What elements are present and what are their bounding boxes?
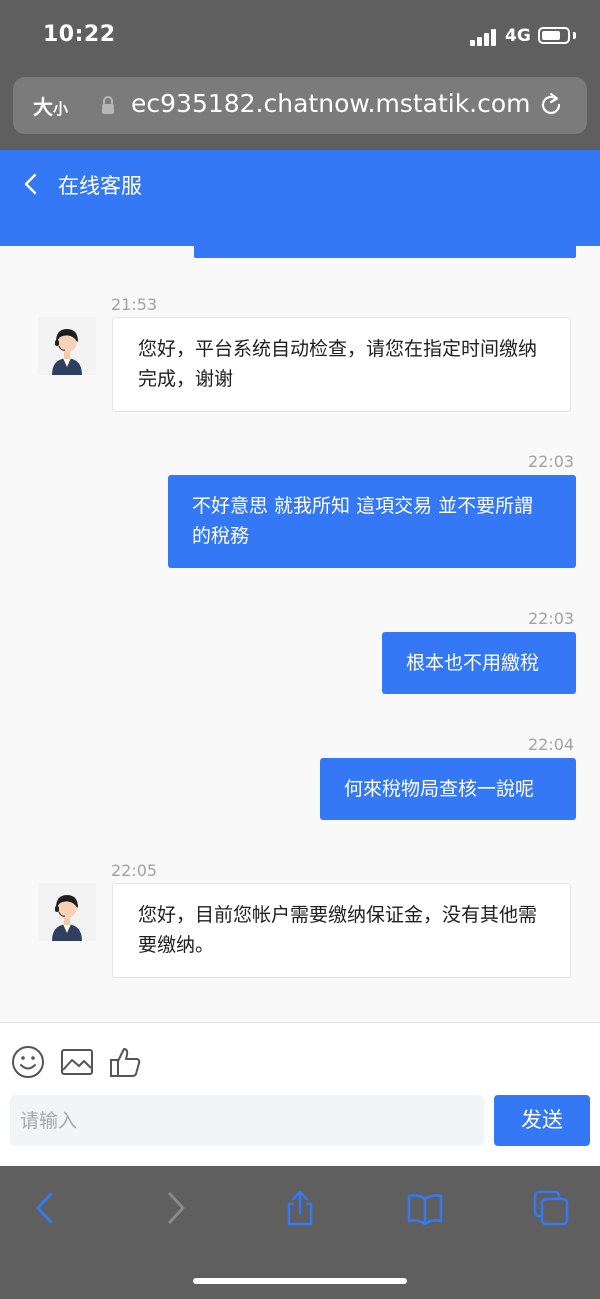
url-text[interactable]: ec935182.chatnow.mstatik.com xyxy=(131,89,531,118)
agent-avatar xyxy=(38,317,96,375)
chat-page: 在线客服 21:53 您好，平台系统自动检查，请您在指定时间缴纳完成，谢谢 22… xyxy=(0,150,600,1166)
back-icon[interactable] xyxy=(22,172,42,196)
tabs-icon[interactable] xyxy=(533,1190,569,1226)
battery-cap xyxy=(573,32,576,39)
chat-header: 在线客服 xyxy=(0,150,600,246)
browser-toolbar xyxy=(0,1166,600,1299)
lock-icon xyxy=(102,96,114,114)
user-message-bubble: 不好意思 就我所知 這項交易 並不要所謂的稅務 xyxy=(168,475,576,568)
bookmarks-icon[interactable] xyxy=(407,1190,443,1226)
user-message-bubble: 根本也不用繳稅 xyxy=(382,632,576,694)
composer: 发送 xyxy=(0,1022,600,1166)
signal-icon xyxy=(470,28,498,46)
address-bar[interactable]: 大小 ec935182.chatnow.mstatik.com xyxy=(13,77,587,134)
browser-back-icon[interactable] xyxy=(28,1190,64,1226)
thumbs-up-icon[interactable] xyxy=(108,1045,142,1079)
browser-forward-icon[interactable] xyxy=(157,1190,193,1226)
status-time: 10:22 xyxy=(43,22,116,47)
message-time: 22:03 xyxy=(528,452,575,471)
battery-icon xyxy=(538,27,570,44)
agent-message-bubble: 您好，目前您帐户需要缴纳保证金，没有其他需要缴纳。 xyxy=(112,883,571,978)
previous-message-bubble xyxy=(194,246,576,258)
network-type: 4G xyxy=(505,26,531,46)
agent-avatar xyxy=(38,883,96,941)
message-time: 22:03 xyxy=(528,609,575,628)
reload-icon[interactable] xyxy=(537,91,565,119)
page-title: 在线客服 xyxy=(58,174,142,198)
status-bar: 10:22 4G xyxy=(0,0,600,74)
share-icon[interactable] xyxy=(282,1190,318,1226)
message-list[interactable]: 21:53 您好，平台系统自动检查，请您在指定时间缴纳完成，谢谢 22:03 不… xyxy=(0,246,600,1022)
text-size-big: 大 xyxy=(33,95,53,119)
text-size-button[interactable]: 大小 xyxy=(33,91,68,120)
text-size-small: 小 xyxy=(53,100,69,118)
message-input[interactable] xyxy=(10,1095,484,1146)
message-time: 22:04 xyxy=(528,735,575,754)
send-button[interactable]: 发送 xyxy=(494,1095,590,1146)
emoji-icon[interactable] xyxy=(11,1045,45,1079)
message-time: 21:53 xyxy=(111,295,158,314)
home-indicator xyxy=(193,1278,407,1284)
message-time: 22:05 xyxy=(111,861,158,880)
agent-message-bubble: 您好，平台系统自动检查，请您在指定时间缴纳完成，谢谢 xyxy=(112,317,571,412)
image-icon[interactable] xyxy=(60,1045,94,1079)
user-message-bubble: 何來稅物局查核一說呢 xyxy=(320,758,576,820)
